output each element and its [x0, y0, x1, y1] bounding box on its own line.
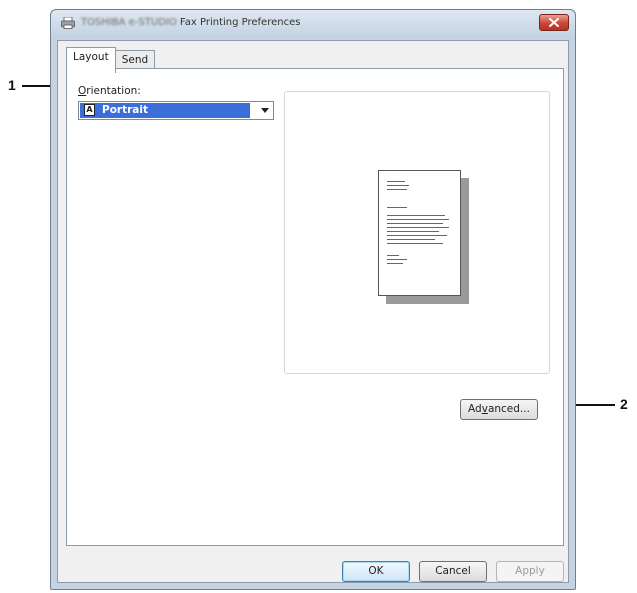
orientation-selected-item: A Portrait [80, 103, 250, 118]
orientation-label-rest: rientation: [86, 85, 141, 97]
cancel-button[interactable]: Cancel [419, 561, 487, 582]
advanced-button[interactable]: Advanced... [460, 399, 538, 420]
tab-layout[interactable]: Layout [66, 47, 116, 73]
title-bar[interactable]: TOSHIBA e-STUDIO Fax Printing Preference… [51, 10, 575, 38]
portrait-orientation-icon: A [84, 104, 95, 116]
orientation-label: Orientation: [78, 85, 141, 97]
advanced-label-post: anced... [487, 403, 530, 415]
callout-1: 1 [8, 77, 16, 93]
close-button[interactable] [539, 14, 569, 31]
orientation-select[interactable]: A Portrait [78, 101, 274, 120]
advanced-label-pre: Ad [468, 403, 482, 415]
ok-button[interactable]: OK [342, 561, 410, 582]
page-preview [284, 91, 550, 374]
apply-button[interactable]: Apply [496, 561, 564, 582]
window-title-obscured: TOSHIBA e-STUDIO [81, 17, 177, 28]
close-x-icon [549, 18, 559, 27]
window-title-text: Fax Printing Preferences [179, 17, 301, 28]
tab-strip: Layout Send [66, 47, 156, 73]
callout-2: 2 [620, 396, 628, 412]
chevron-down-icon[interactable] [261, 108, 269, 113]
dialog-client-area: Layout Send Orientation: A Portrait Adva… [57, 40, 569, 583]
orientation-value: Portrait [102, 104, 148, 116]
preview-page-icon [378, 170, 461, 296]
window-title: TOSHIBA e-STUDIO Fax Printing Preference… [81, 17, 300, 28]
printer-icon [61, 17, 75, 29]
dialog-window: TOSHIBA e-STUDIO Fax Printing Preference… [50, 9, 576, 590]
